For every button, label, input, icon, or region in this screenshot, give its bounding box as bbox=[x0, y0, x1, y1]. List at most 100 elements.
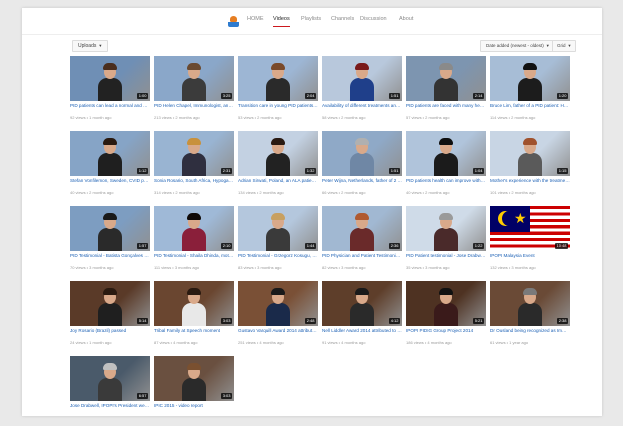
video-thumbnail[interactable]: 1:51 bbox=[322, 56, 402, 101]
video-thumbnail[interactable]: 1:51 bbox=[322, 131, 402, 176]
video-thumbnail[interactable]: 2:31 bbox=[154, 131, 234, 176]
sort-dropdown[interactable]: Date added (newest - oldest) ▼ bbox=[480, 40, 556, 52]
video-card[interactable]: 1:22 PID Patient testimonial - Jose Drabw… bbox=[406, 206, 486, 280]
video-title[interactable]: Peter Wijna, Netherlands, father of 2 AL… bbox=[322, 178, 402, 184]
video-thumbnail[interactable]: 5:21 bbox=[406, 281, 486, 326]
video-card[interactable]: 3:03 Tribal Family at Speech moment 87 vie… bbox=[154, 281, 234, 355]
video-thumbnail[interactable]: 1:00 bbox=[70, 56, 150, 101]
video-title[interactable]: Bruce Lim, father of a PID patient: How … bbox=[490, 103, 570, 109]
video-title[interactable]: PID patients health can improve with a c… bbox=[406, 178, 486, 184]
video-card[interactable]: 1:57 PID Testimonial - Batista Gonçalves … bbox=[70, 206, 150, 280]
video-card[interactable]: 1:04 PID patients health can improve with… bbox=[406, 131, 486, 205]
video-card[interactable]: 2:31 Sonia Rosario, South Africa, Hypogam… bbox=[154, 131, 234, 205]
tab-discussion[interactable]: Discussion bbox=[360, 16, 387, 26]
video-card[interactable]: 2:04 Transition care in young PID patient… bbox=[238, 56, 318, 130]
video-title[interactable]: IPOPI PIDIG Group Project 2014 bbox=[406, 328, 486, 334]
video-thumbnail[interactable]: 3:03 bbox=[154, 356, 234, 401]
view-toggle[interactable]: Grid ▼ bbox=[552, 40, 577, 52]
video-meta: 66 views • 2 months ago bbox=[322, 190, 366, 195]
video-duration: 4:12 bbox=[389, 318, 400, 324]
video-thumbnail[interactable]: 1:04 bbox=[406, 131, 486, 176]
video-thumbnail[interactable]: ★ 10:48 bbox=[490, 206, 570, 251]
video-thumbnail[interactable]: 1:22 bbox=[406, 206, 486, 251]
video-card[interactable]: 6:57 Jose Drabwell, IPOPI's President wel… bbox=[70, 356, 150, 416]
video-title[interactable]: Stefan Vonfilemon, Sweden, CVID patient,… bbox=[70, 178, 150, 184]
video-thumbnail[interactable]: 2:04 bbox=[238, 56, 318, 101]
video-title[interactable]: Nell Liddler Award 2014 attributed to Le… bbox=[322, 328, 402, 334]
tab-about[interactable]: About bbox=[399, 16, 413, 26]
video-thumbnail[interactable]: 1:32 bbox=[238, 131, 318, 176]
video-thumbnail[interactable]: 6:57 bbox=[70, 356, 150, 401]
video-title[interactable]: Tribal Family at Speech moment bbox=[154, 328, 234, 334]
tab-videos[interactable]: Videos bbox=[273, 16, 290, 27]
video-duration: 2:31 bbox=[221, 168, 232, 174]
video-card[interactable]: 5:14 Joy Rosario (Brazil) passed 24 views … bbox=[70, 281, 150, 355]
video-card[interactable]: 1:15 Mother's experience with the treatme… bbox=[490, 131, 570, 205]
video-thumbnail[interactable]: 1:44 bbox=[238, 206, 318, 251]
video-card[interactable]: 2:14 PID patients are faced with many hea… bbox=[406, 56, 486, 130]
video-card[interactable]: 1:32 Adrian Sirwati, Poland, an ALA patie… bbox=[238, 131, 318, 205]
video-title[interactable]: Mother's experience with the treatment o… bbox=[490, 178, 570, 184]
video-thumbnail[interactable]: 2:14 bbox=[406, 56, 486, 101]
video-thumbnail[interactable]: 4:12 bbox=[322, 281, 402, 326]
video-card[interactable]: 2:38 Dr Ousland being recognized as Immun… bbox=[490, 281, 570, 355]
video-title[interactable]: IPOPI Malaysia Event bbox=[490, 253, 570, 259]
video-title[interactable]: PID patients are faced with many health … bbox=[406, 103, 486, 109]
video-thumbnail[interactable]: 2:36 bbox=[322, 206, 402, 251]
video-title[interactable]: PID Patient testimonial - Jose Drabwell,… bbox=[406, 253, 486, 259]
video-card[interactable]: 1:12 Stefan Vonfilemon, Sweden, CVID pati… bbox=[70, 131, 150, 205]
person-hair bbox=[103, 288, 117, 295]
uploads-dropdown[interactable]: Uploads ▼ bbox=[72, 40, 109, 52]
video-duration: 5:21 bbox=[473, 318, 484, 324]
video-duration: 2:38 bbox=[557, 318, 568, 324]
video-title[interactable]: Adrian Sirwati, Poland, an ALA patient, … bbox=[238, 178, 318, 184]
video-thumbnail[interactable]: 2:38 bbox=[490, 281, 570, 326]
tab-home[interactable]: HOME bbox=[247, 16, 264, 26]
video-thumbnail[interactable]: 2:48 bbox=[238, 281, 318, 326]
video-title[interactable]: Dr Ousland being recognized as Immunity … bbox=[490, 328, 570, 334]
video-title[interactable]: PID Testimonial - Batista Gonçalves (Por… bbox=[70, 253, 150, 259]
video-title[interactable]: Availability of different treatments and… bbox=[322, 103, 402, 109]
person-hair bbox=[187, 288, 201, 295]
video-thumbnail[interactable]: 5:14 bbox=[70, 281, 150, 326]
video-title[interactable]: Sonia Rosario, South Africa, Hypogammagl… bbox=[154, 178, 234, 184]
video-title[interactable]: PID Testimonial - Grzegorz Kosugu, mothe… bbox=[238, 253, 318, 259]
video-meta: 180 views • 1 year ago bbox=[154, 415, 234, 416]
video-card[interactable]: 2:36 PID Physician and Patient Testimonia… bbox=[322, 206, 402, 280]
video-card[interactable]: 4:12 Nell Liddler Award 2014 attributed t… bbox=[322, 281, 402, 355]
video-title[interactable]: PID Testimonial - Shaila Dhinda, mother … bbox=[154, 253, 234, 259]
video-thumbnail[interactable]: 3:25 bbox=[154, 56, 234, 101]
video-card[interactable]: 1:20 Bruce Lim, father of a PID patient: … bbox=[490, 56, 570, 130]
tab-playlists[interactable]: Playlists bbox=[301, 16, 321, 26]
video-thumbnail[interactable]: 1:12 bbox=[70, 131, 150, 176]
video-title[interactable]: Gustavo Varquill Award 2014 attributed t… bbox=[238, 328, 318, 334]
video-title[interactable]: PID Helen Chapel, Immunologist, answers.… bbox=[154, 103, 234, 109]
video-card[interactable]: 1:51 Peter Wijna, Netherlands, father of … bbox=[322, 131, 402, 205]
video-card[interactable]: ★ 10:48 IPOPI Malaysia Event 132 views • 3 … bbox=[490, 206, 570, 280]
video-meta: 61 views • 1 year ago bbox=[490, 340, 529, 345]
video-thumbnail[interactable]: 3:03 bbox=[154, 281, 234, 326]
tab-channels[interactable]: Channels bbox=[331, 16, 354, 26]
video-thumbnail[interactable]: 1:57 bbox=[70, 206, 150, 251]
channel-avatar[interactable] bbox=[228, 16, 239, 27]
video-card[interactable]: 2:10 PID Testimonial - Shaila Dhinda, mot… bbox=[154, 206, 234, 280]
video-thumbnail[interactable]: 2:10 bbox=[154, 206, 234, 251]
video-card[interactable]: 5:21 IPOPI PIDIG Group Project 2014 186 vi… bbox=[406, 281, 486, 355]
video-meta: 70 views • 3 months ago bbox=[70, 265, 114, 270]
video-card[interactable]: 2:48 Gustavo Varquill Award 2014 attribut… bbox=[238, 281, 318, 355]
video-card[interactable]: 3:25 PID Helen Chapel, Immunologist, answ… bbox=[154, 56, 234, 130]
video-title[interactable]: PID Physician and Patient Testimonials -… bbox=[322, 253, 402, 259]
video-thumbnail[interactable]: 1:20 bbox=[490, 56, 570, 101]
video-thumbnail[interactable]: 1:15 bbox=[490, 131, 570, 176]
video-card[interactable]: 3:03 IPIC 2015 - video report 180 views • … bbox=[154, 356, 234, 416]
video-meta: 114 views • 2 months ago bbox=[490, 115, 536, 120]
person-hair bbox=[271, 213, 285, 220]
video-card[interactable]: 1:51 Availability of different treatments… bbox=[322, 56, 402, 130]
video-title[interactable]: Joy Rosario (Brazil) passed bbox=[70, 328, 150, 334]
video-title[interactable]: Transition care in young PID patients: I… bbox=[238, 103, 318, 109]
video-title[interactable]: Jose Drabwell, IPOPI's President welcomi… bbox=[70, 403, 150, 409]
video-title[interactable]: PID patients can lead a normal and produ… bbox=[70, 103, 150, 109]
video-title[interactable]: IPIC 2015 - video report bbox=[154, 403, 234, 409]
video-card[interactable]: 1:00 PID patients can lead a normal and p… bbox=[70, 56, 150, 130]
video-card[interactable]: 1:44 PID Testimonial - Grzegorz Kosugu, m… bbox=[238, 206, 318, 280]
